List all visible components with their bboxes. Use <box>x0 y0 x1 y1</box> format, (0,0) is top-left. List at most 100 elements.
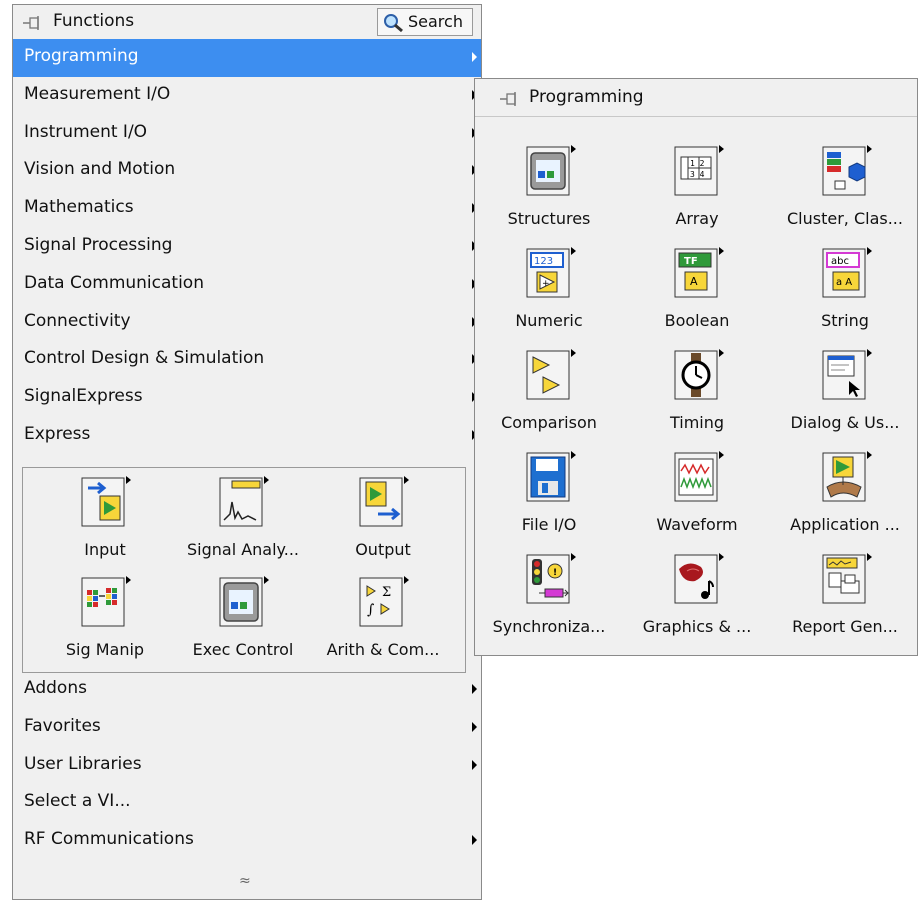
menu-item-label: Data Communication <box>24 272 204 293</box>
dialog-icon <box>822 349 872 400</box>
collapse-chevron-icon[interactable]: ≈ <box>239 873 251 889</box>
menu-item-rf-communications[interactable]: RF Communications <box>13 822 481 860</box>
palette-icon-label: Exec Control <box>192 640 294 659</box>
palette-icon-application-control[interactable]: Application ... <box>771 447 919 547</box>
divider <box>475 116 917 117</box>
palette-icon-label: Arith & Com... <box>326 640 440 659</box>
palette-icon-label: Sig Manip <box>65 640 145 659</box>
palette-icon-synchronization[interactable]: ! Synchroniza... <box>475 549 623 649</box>
structures-icon <box>526 145 576 196</box>
submenu-arrow-icon <box>472 721 477 732</box>
thumbtack-icon[interactable] <box>499 90 521 108</box>
menu-item-instrument-io[interactable]: Instrument I/O <box>13 115 481 153</box>
string-icon: abc a A <box>822 247 872 298</box>
svg-text:3 4: 3 4 <box>690 170 705 179</box>
palette-icon-label: Boolean <box>664 311 730 330</box>
menu-item-label: RF Communications <box>24 829 194 850</box>
svg-text:A: A <box>690 275 698 288</box>
menu-item-label: Favorites <box>24 715 101 736</box>
palette-icon-file-io[interactable]: File I/O <box>475 447 623 547</box>
synchronization-icon: ! <box>526 553 576 604</box>
palette-icon-arith-compare[interactable]: Σ ∫ Arith & Com... <box>313 572 453 672</box>
search-button[interactable]: Search <box>377 8 473 36</box>
menu-item-programming[interactable]: Programming <box>13 39 481 77</box>
menu-item-select-a-vi[interactable]: Select a VI... <box>13 784 481 822</box>
menu-item-mathematics[interactable]: Mathematics <box>13 190 481 228</box>
menu-item-express[interactable]: Express <box>13 417 481 455</box>
file-io-icon <box>526 451 576 502</box>
express-palette: Input Signal Analy... Output Sig Manip E… <box>22 467 466 673</box>
menu-item-data-communication[interactable]: Data Communication <box>13 266 481 304</box>
svg-text:∫: ∫ <box>367 602 374 618</box>
timing-icon <box>674 349 724 400</box>
palette-icon-timing[interactable]: Timing <box>623 345 771 445</box>
palette-icon-dialog[interactable]: Dialog & Us... <box>771 345 919 445</box>
boolean-icon: TF A <box>674 247 724 298</box>
palette-icon-string[interactable]: abc a A String <box>771 243 919 343</box>
express-output-icon <box>359 476 409 527</box>
report-generation-icon <box>822 553 872 604</box>
subpalette-title: Programming <box>529 87 644 107</box>
palette-icon-input[interactable]: Input <box>35 472 175 572</box>
array-icon: 1 2 3 4 <box>674 145 724 196</box>
submenu-arrow-icon <box>472 835 477 846</box>
menu-item-label: Express <box>24 423 91 444</box>
category-menu: Programming Measurement I/O Instrument I… <box>13 39 481 455</box>
palette-icon-array[interactable]: 1 2 3 4 Array <box>623 141 771 241</box>
graphics-sound-icon <box>674 553 724 604</box>
palette-icon-waveform[interactable]: Waveform <box>623 447 771 547</box>
application-control-icon <box>822 451 872 502</box>
palette-icon-numeric[interactable]: 123 + Numeric <box>475 243 623 343</box>
palette-icon-graphics-sound[interactable]: Graphics & ... <box>623 549 771 649</box>
bottom-menu: Addons Favorites User Libraries Select a… <box>13 671 481 860</box>
menu-item-measurement-io[interactable]: Measurement I/O <box>13 77 481 115</box>
palette-icon-signal-analysis[interactable]: Signal Analy... <box>173 472 313 572</box>
menu-item-control-design[interactable]: Control Design & Simulation <box>13 341 481 379</box>
palette-icon-boolean[interactable]: TF A Boolean <box>623 243 771 343</box>
menu-item-vision-and-motion[interactable]: Vision and Motion <box>13 152 481 190</box>
palette-icon-cluster[interactable]: Cluster, Clas... <box>771 141 919 241</box>
numeric-icon: 123 + <box>526 247 576 298</box>
svg-text:1 2: 1 2 <box>690 159 705 168</box>
menu-item-label: Instrument I/O <box>24 121 148 142</box>
palette-icon-sig-manip[interactable]: Sig Manip <box>35 572 175 672</box>
svg-text:a A: a A <box>836 277 852 288</box>
palette-icon-label: Waveform <box>656 515 738 534</box>
palette-icon-output[interactable]: Output <box>313 472 453 572</box>
menu-item-label: Addons <box>24 678 87 698</box>
arith-compare-icon: Σ ∫ <box>359 576 409 627</box>
thumbtack-icon[interactable] <box>22 14 44 32</box>
menu-item-label: SignalExpress <box>24 386 143 407</box>
svg-text:abc: abc <box>831 256 849 267</box>
palette-icon-structures[interactable]: Structures <box>475 141 623 241</box>
comparison-icon <box>526 349 576 400</box>
palette-icon-label: Signal Analy... <box>186 540 299 559</box>
palette-icon-label: String <box>821 311 869 330</box>
menu-item-user-libraries[interactable]: User Libraries <box>13 747 481 785</box>
palette-icon-label: Numeric <box>515 311 583 330</box>
svg-text:Σ: Σ <box>382 585 391 600</box>
menu-item-signal-processing[interactable]: Signal Processing <box>13 228 481 266</box>
menu-item-connectivity[interactable]: Connectivity <box>13 304 481 342</box>
menu-item-label: Select a VI... <box>24 791 131 812</box>
express-input-icon <box>81 476 131 527</box>
submenu-arrow-icon <box>472 759 477 770</box>
palette-icon-exec-control[interactable]: Exec Control <box>173 572 313 672</box>
menu-item-addons[interactable]: Addons <box>13 671 481 709</box>
palette-icon-label: Timing <box>669 413 725 432</box>
menu-item-label: Connectivity <box>24 310 131 331</box>
palette-icon-comparison[interactable]: Comparison <box>475 345 623 445</box>
svg-text:TF: TF <box>684 256 698 267</box>
menu-item-label: Signal Processing <box>24 234 173 255</box>
palette-icon-label: Cluster, Clas... <box>787 209 903 228</box>
palette-icon-label: Dialog & Us... <box>790 413 900 432</box>
palette-icon-report-generation[interactable]: Report Gen... <box>771 549 919 649</box>
palette-icon-label: Report Gen... <box>792 617 898 636</box>
menu-item-label: Measurement I/O <box>24 83 171 104</box>
menu-item-signalexpress[interactable]: SignalExpress <box>13 379 481 417</box>
menu-item-label: Vision and Motion <box>24 159 176 180</box>
menu-item-favorites[interactable]: Favorites <box>13 709 481 747</box>
sig-manip-icon <box>81 576 131 627</box>
palette-icon-label: Application ... <box>790 515 900 534</box>
palette-title: Functions <box>53 11 135 31</box>
